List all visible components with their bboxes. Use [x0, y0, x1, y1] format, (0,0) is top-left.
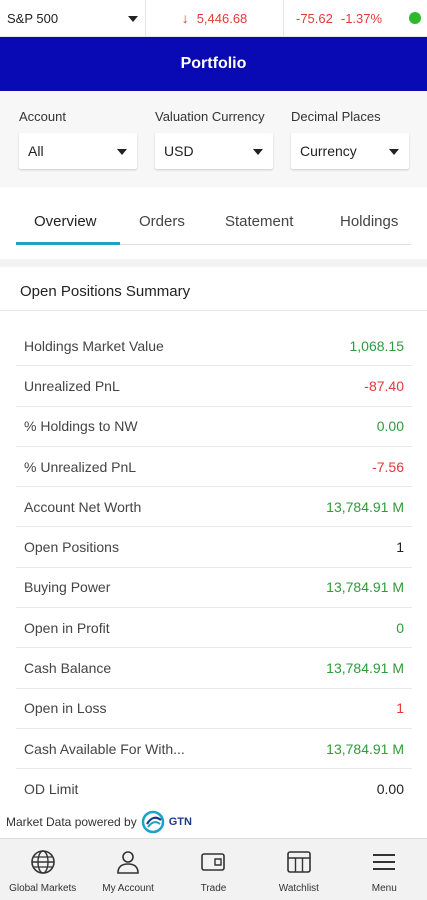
list-item: Unrealized PnL -87.40	[16, 366, 412, 407]
row-label: Holdings Market Value	[24, 337, 164, 354]
row-value: 13,784.91 M	[326, 579, 404, 596]
account-label: Account	[19, 109, 66, 124]
powered-text: Market Data powered by	[6, 815, 137, 829]
nav-watchlist[interactable]: Watchlist	[256, 839, 341, 900]
row-value: 0	[396, 619, 404, 636]
bottom-navigation: Global Markets My Account Trade Watchlis…	[0, 838, 427, 900]
gtn-logo-text: GTN	[168, 816, 192, 828]
row-label: % Holdings to NW	[24, 418, 138, 435]
index-change: -75.62 -1.37%	[284, 11, 427, 26]
divider	[0, 310, 427, 311]
list-item: Buying Power 13,784.91 M	[16, 568, 412, 609]
tab-orders[interactable]: Orders	[139, 213, 185, 230]
list-item: Open in Loss 1	[16, 689, 412, 729]
nav-label: Global Markets	[9, 883, 77, 894]
section-header: Open Positions Summary	[0, 259, 427, 311]
currency-dropdown[interactable]: USD	[155, 133, 273, 169]
market-status-icon	[409, 12, 421, 24]
globe-icon	[30, 849, 56, 875]
row-label: Unrealized PnL	[24, 377, 120, 394]
list-item: Account Net Worth 13,784.91 M	[16, 487, 412, 528]
chevron-down-icon	[389, 149, 399, 155]
row-label: OD Limit	[24, 781, 79, 798]
row-label: Account Net Worth	[24, 498, 142, 515]
list-item: Holdings Market Value 1,068.15	[16, 326, 412, 367]
row-label: Cash Balance	[24, 660, 112, 677]
market-ticker-bar: S&P 500 ↓ 5,446.68 -75.62 -1.37%	[0, 0, 427, 37]
row-value: 1	[396, 700, 404, 717]
tab-statement[interactable]: Statement	[225, 213, 293, 230]
gtn-logo: GTN	[141, 810, 192, 834]
list-item: % Unrealized PnL -7.56	[16, 447, 412, 488]
page-title: Portfolio	[180, 55, 247, 72]
nav-label: Menu	[371, 883, 397, 894]
row-value: 0.00	[376, 418, 404, 435]
filter-bar: Account All Valuation Currency USD Decim…	[0, 91, 427, 187]
currency-label: Valuation Currency	[155, 109, 265, 124]
row-label: Open in Profit	[24, 619, 110, 636]
row-value: 13,784.91 M	[326, 660, 404, 677]
nav-label: Watchlist	[278, 883, 319, 894]
decimal-label: Decimal Places	[291, 109, 381, 124]
decimal-value: Currency	[300, 143, 357, 159]
account-value: All	[28, 143, 44, 159]
row-value: 13,784.91 M	[326, 740, 404, 757]
section-title: Open Positions Summary	[20, 283, 191, 300]
summary-list: Holdings Market Value 1,068.15 Unrealized…	[16, 326, 412, 810]
list-item: Cash Available For With... 13,784.91 M	[16, 729, 412, 770]
list-item: Cash Balance 13,784.91 M	[16, 648, 412, 689]
user-icon	[115, 849, 141, 875]
row-label: Open in Loss	[24, 700, 107, 717]
chevron-down-icon	[117, 149, 127, 155]
list-item: OD Limit 0.00	[16, 769, 412, 809]
tab-active-indicator	[16, 242, 120, 245]
row-value: 1	[396, 539, 404, 556]
account-dropdown[interactable]: All	[19, 133, 137, 169]
index-change-value: -75.62	[296, 10, 333, 26]
index-selector[interactable]: S&P 500	[0, 0, 146, 36]
row-value: 1,068.15	[349, 337, 405, 354]
arrow-down-icon: ↓	[181, 10, 189, 26]
index-name: S&P 500	[7, 10, 59, 26]
tab-overview[interactable]: Overview	[34, 213, 97, 230]
menu-icon	[371, 849, 397, 875]
chevron-down-icon	[128, 16, 138, 22]
nav-global-markets[interactable]: Global Markets	[0, 839, 85, 900]
nav-label: Trade	[200, 883, 227, 894]
row-label: Open Positions	[24, 539, 119, 556]
index-price-value: 5,446.68	[196, 10, 248, 26]
row-label: Buying Power	[24, 579, 111, 596]
row-value: 0.00	[376, 781, 404, 798]
list-item: Open in Profit 0	[16, 608, 412, 649]
list-item: Open Positions 1	[16, 527, 412, 568]
data-attribution: Market Data powered by GTN	[0, 806, 427, 838]
nav-trade[interactable]: Trade	[171, 839, 256, 900]
currency-value: USD	[164, 143, 194, 159]
chevron-down-icon	[253, 149, 263, 155]
watchlist-icon	[286, 849, 312, 875]
decimal-dropdown[interactable]: Currency	[291, 133, 409, 169]
gtn-logo-icon	[141, 810, 164, 834]
list-item: % Holdings to NW 0.00	[16, 407, 412, 447]
page-header: Portfolio	[0, 37, 427, 91]
index-change-percent: -1.37%	[340, 10, 383, 26]
row-label: Cash Available For With...	[24, 740, 185, 757]
row-label: % Unrealized PnL	[24, 458, 137, 475]
row-value: -87.40	[364, 377, 404, 394]
nav-menu[interactable]: Menu	[342, 839, 427, 900]
nav-my-account[interactable]: My Account	[85, 839, 170, 900]
row-value: -7.56	[372, 458, 404, 475]
index-price: ↓ 5,446.68	[146, 0, 284, 36]
wallet-icon	[200, 849, 226, 875]
tab-bar: Overview Orders Statement Holdings	[0, 187, 427, 259]
row-value: 13,784.91 M	[326, 498, 404, 515]
tab-holdings[interactable]: Holdings	[340, 213, 398, 230]
nav-label: My Account	[102, 883, 154, 894]
